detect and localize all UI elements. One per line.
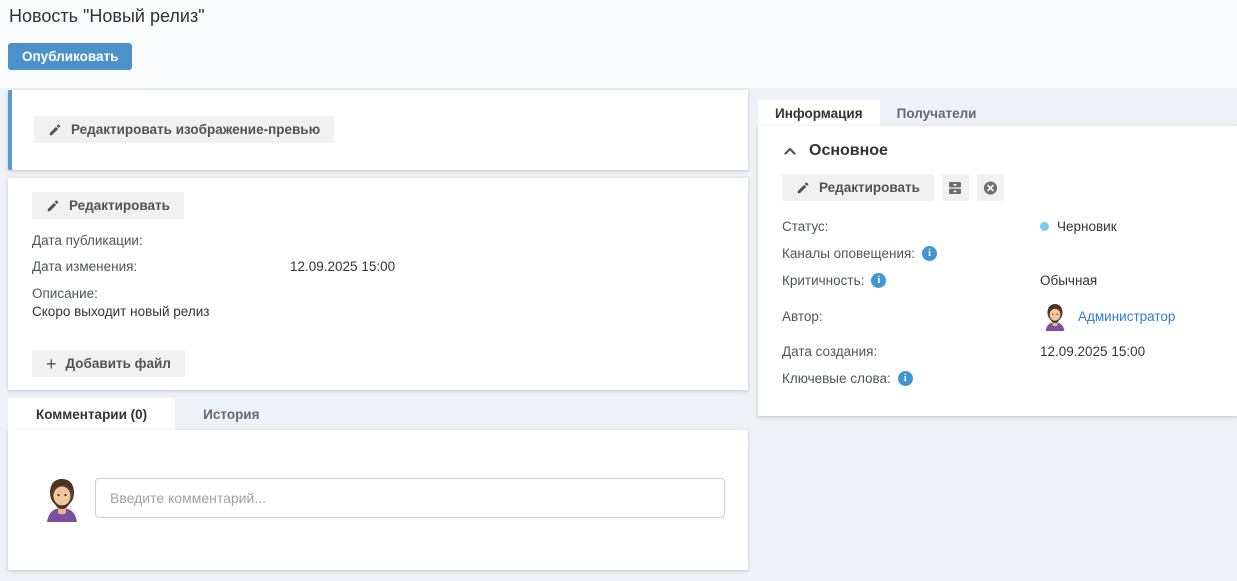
section-title: Основное (809, 142, 888, 160)
edit-preview-button[interactable]: Редактировать изображение-превью (34, 116, 334, 143)
pencil-icon (796, 181, 810, 195)
comments-card (8, 430, 748, 570)
page-title: Новость "Новый релиз" (9, 6, 205, 27)
info-row-keywords: Ключевые слова: (782, 365, 1213, 392)
plus-icon: + (46, 357, 57, 371)
field-label: Описание: (32, 285, 724, 303)
field-value: Черновик (1040, 219, 1117, 234)
tab-history[interactable]: История (175, 398, 287, 430)
field-value: Скоро выходит новый релиз (32, 303, 724, 321)
info-row-created-date: Дата создания: 12.09.2025 15:00 (782, 338, 1213, 365)
edit-details-button[interactable]: Редактировать (32, 192, 184, 219)
info-row-criticality: Критичность: Обычная (782, 267, 1213, 294)
edit-info-label: Редактировать (819, 180, 920, 195)
info-icon[interactable] (898, 371, 913, 386)
author-link[interactable]: Администратор (1078, 309, 1175, 324)
field-value: Администратор (1040, 301, 1175, 331)
current-user-avatar (38, 474, 86, 522)
tab-information[interactable]: Информация (758, 100, 880, 126)
add-file-button[interactable]: + Добавить файл (32, 350, 185, 377)
edit-info-button[interactable]: Редактировать (782, 174, 934, 201)
info-tabs: Информация Получатели (758, 100, 993, 126)
info-row-channels: Каналы оповещения: (782, 240, 1213, 267)
field-value: 12.09.2025 15:00 (1040, 344, 1145, 359)
field-label: Статус: (782, 219, 1040, 234)
field-label: Каналы оповещения: (782, 246, 1040, 261)
field-label: Критичность: (782, 273, 1040, 288)
field-value: Обычная (1040, 273, 1097, 288)
field-label: Ключевые слова: (782, 371, 1040, 386)
field-value: 12.09.2025 15:00 (290, 254, 395, 280)
info-icon[interactable] (922, 246, 937, 261)
field-row-modified-date: Дата изменения: 12.09.2025 15:00 (32, 254, 724, 280)
field-label-text: Ключевые слова: (782, 371, 891, 386)
add-file-label: Добавить файл (66, 356, 171, 371)
field-label-text: Критичность: (782, 273, 864, 288)
info-panel-actions: Редактировать (782, 174, 1213, 201)
info-icon[interactable] (871, 273, 886, 288)
field-label: Дата публикации: (32, 228, 290, 254)
preview-card: Редактировать изображение-превью (8, 90, 748, 170)
field-label: Автор: (782, 309, 1040, 324)
close-circle-icon (983, 180, 998, 196)
pencil-icon (46, 199, 60, 213)
info-panel: Основное Редактировать (758, 126, 1237, 416)
comment-input[interactable] (95, 478, 725, 518)
archive-icon (948, 181, 962, 195)
tab-comments[interactable]: Комментарии (0) (8, 398, 175, 430)
field-row-publication-date: Дата публикации: (32, 228, 724, 254)
info-row-status: Статус: Черновик (782, 213, 1213, 240)
field-label: Дата изменения: (32, 254, 290, 280)
author-avatar (1040, 301, 1070, 331)
edit-preview-label: Редактировать изображение-превью (71, 122, 320, 137)
field-label: Дата создания: (782, 344, 1040, 359)
edit-details-label: Редактировать (69, 198, 170, 213)
comments-tabs: Комментарии (0) История (8, 398, 288, 430)
delete-button[interactable] (977, 174, 1004, 201)
status-text: Черновик (1057, 219, 1117, 234)
pencil-icon (48, 123, 62, 137)
publish-button[interactable]: Опубликовать (8, 43, 132, 70)
archive-button[interactable] (942, 174, 969, 201)
field-label-text: Каналы оповещения: (782, 246, 915, 261)
details-card: Редактировать Дата публикации: Дата изме… (8, 178, 748, 390)
main-section-header: Основное (784, 142, 1213, 160)
tab-recipients[interactable]: Получатели (880, 100, 994, 126)
chevron-up-icon[interactable] (784, 147, 796, 155)
status-dot-icon (1040, 222, 1049, 231)
info-row-author: Автор: Администратор (782, 294, 1213, 338)
news-detail-page: Новость "Новый релиз" Опубликовать Редак… (0, 0, 1237, 581)
field-row-description: Описание: Скоро выходит новый релиз (32, 285, 724, 321)
